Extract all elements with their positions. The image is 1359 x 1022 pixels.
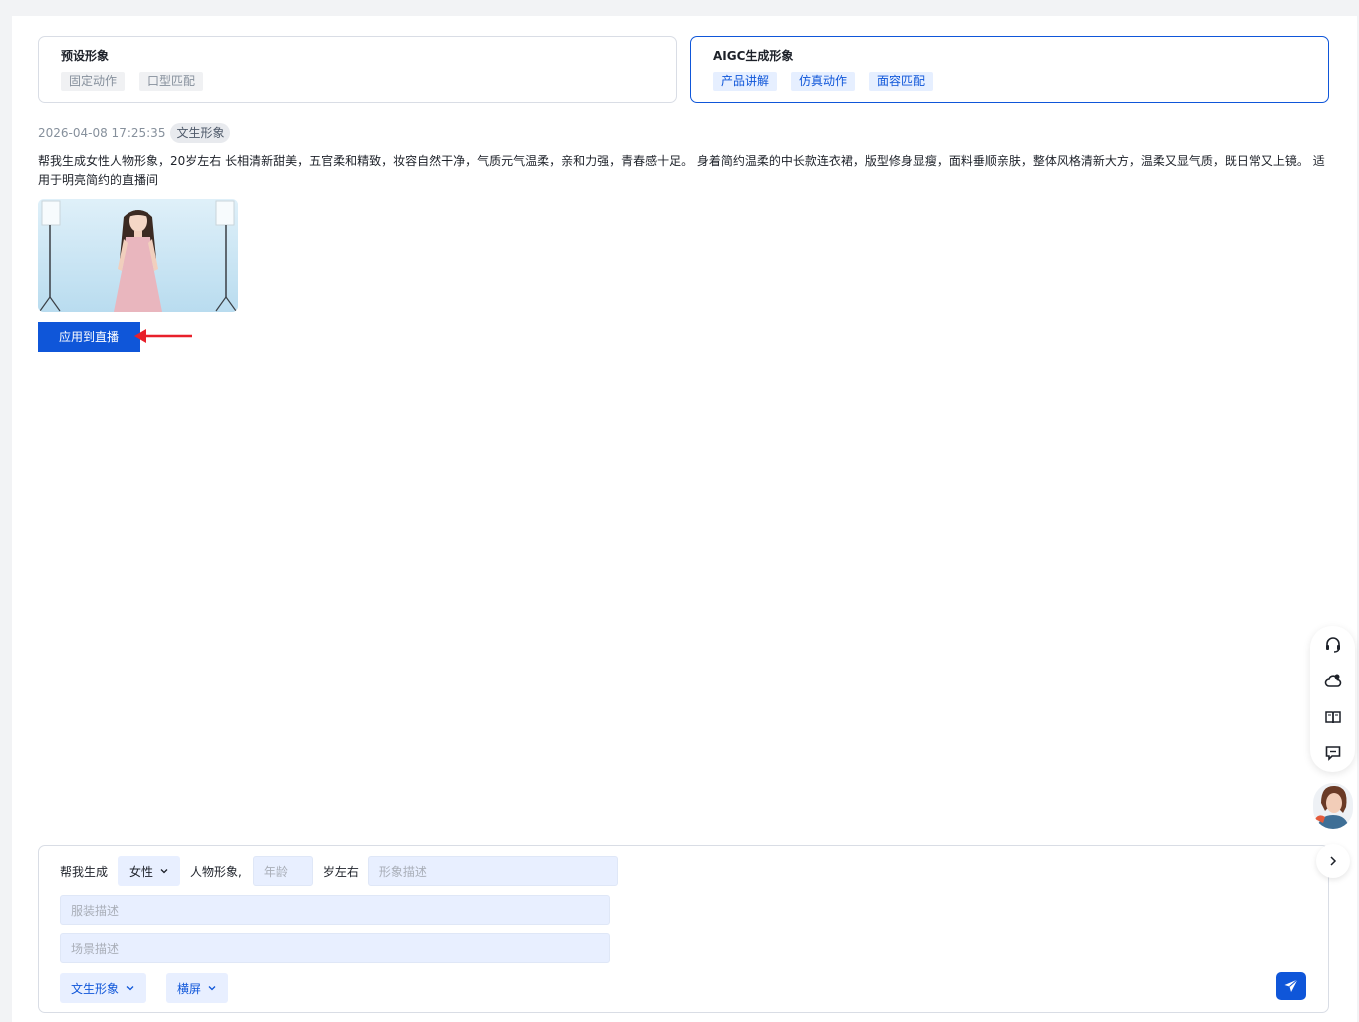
- card-title: AIGC生成形象: [713, 49, 794, 63]
- chevron-right-icon: [1330, 856, 1337, 866]
- chevron-down-icon: [126, 986, 134, 991]
- tag-face-match: 面容匹配: [869, 72, 934, 91]
- avatar-preview-image: [38, 199, 238, 312]
- expand-toggle-button[interactable]: [1316, 844, 1350, 878]
- tag-realistic-action: 仿真动作: [791, 72, 856, 91]
- tag-product-explain: 产品讲解: [713, 72, 778, 91]
- appearance-input[interactable]: 形象描述: [367, 856, 618, 886]
- age-input[interactable]: 年龄: [252, 856, 313, 886]
- assistant-avatar[interactable]: [1313, 783, 1353, 829]
- mode-select[interactable]: 文生形象: [60, 973, 146, 1003]
- chevron-down-icon: [160, 869, 168, 874]
- send-button[interactable]: [1276, 972, 1306, 1000]
- chevron-down-icon: [208, 986, 216, 991]
- generated-avatar-thumbnail[interactable]: [38, 199, 238, 312]
- preset-avatar-card[interactable]: 预设形象 固定动作 口型匹配: [38, 36, 677, 103]
- headset-icon[interactable]: [1323, 635, 1343, 655]
- age-suffix-label: 岁左右: [322, 864, 359, 879]
- tag-lip-sync: 口型匹配: [139, 72, 204, 91]
- scene-input[interactable]: 场景描述: [60, 933, 610, 963]
- gender-select[interactable]: 女性: [118, 856, 181, 886]
- annotation-arrow-icon: [134, 329, 192, 343]
- side-toolbar: [1310, 626, 1355, 772]
- composer-prefix-label: 帮我生成: [60, 864, 109, 879]
- outfit-input[interactable]: 服装描述: [60, 895, 610, 925]
- record-type-badge: 文生形象: [170, 123, 231, 143]
- apply-to-live-button[interactable]: 应用到直播: [38, 322, 140, 352]
- card-title: 预设形象: [61, 49, 110, 63]
- record-meta: 2026-04-08 17:25:35 文生形象: [38, 123, 231, 143]
- feedback-icon[interactable]: [1323, 743, 1343, 763]
- assistant-avatar-image: [1313, 783, 1353, 829]
- record-prompt: 帮我生成女性人物形象，20岁左右 长相清新甜美，五官柔和精致，妆容自然干净，气质…: [38, 152, 1330, 189]
- book-icon[interactable]: [1323, 707, 1343, 727]
- prompt-line: 帮我生成女性人物形象，20岁左右 长相清新甜美，五官柔和精致，妆容自然干净，气质…: [38, 154, 1325, 168]
- composer-first-row: 帮我生成 女性 人物形象, 年龄 岁左右 形象描述: [60, 856, 618, 886]
- gender-value: 女性: [129, 864, 154, 879]
- tag-fixed-action: 固定动作: [61, 72, 126, 91]
- send-icon: [1284, 979, 1298, 992]
- main-panel: 预设形象 固定动作 口型匹配 AIGC生成形象 产品讲解 仿真动作 面容匹配 2…: [12, 16, 1357, 1022]
- orientation-select[interactable]: 横屏: [166, 973, 228, 1003]
- avatar-prompt-composer: 帮我生成 女性 人物形象, 年龄 岁左右 形象描述 服装描述 场景描述 文生形象…: [38, 845, 1329, 1013]
- mode-value: 文生形象: [71, 981, 120, 996]
- orientation-value: 横屏: [177, 981, 202, 996]
- record-timestamp: 2026-04-08 17:25:35: [38, 126, 166, 140]
- prompt-line: 用于明亮简约的直播间: [38, 172, 159, 187]
- aigc-avatar-card[interactable]: AIGC生成形象 产品讲解 仿真动作 面容匹配: [690, 36, 1329, 103]
- composer-mid-label: 人物形象,: [190, 864, 242, 879]
- cloud-upload-icon[interactable]: [1323, 671, 1343, 691]
